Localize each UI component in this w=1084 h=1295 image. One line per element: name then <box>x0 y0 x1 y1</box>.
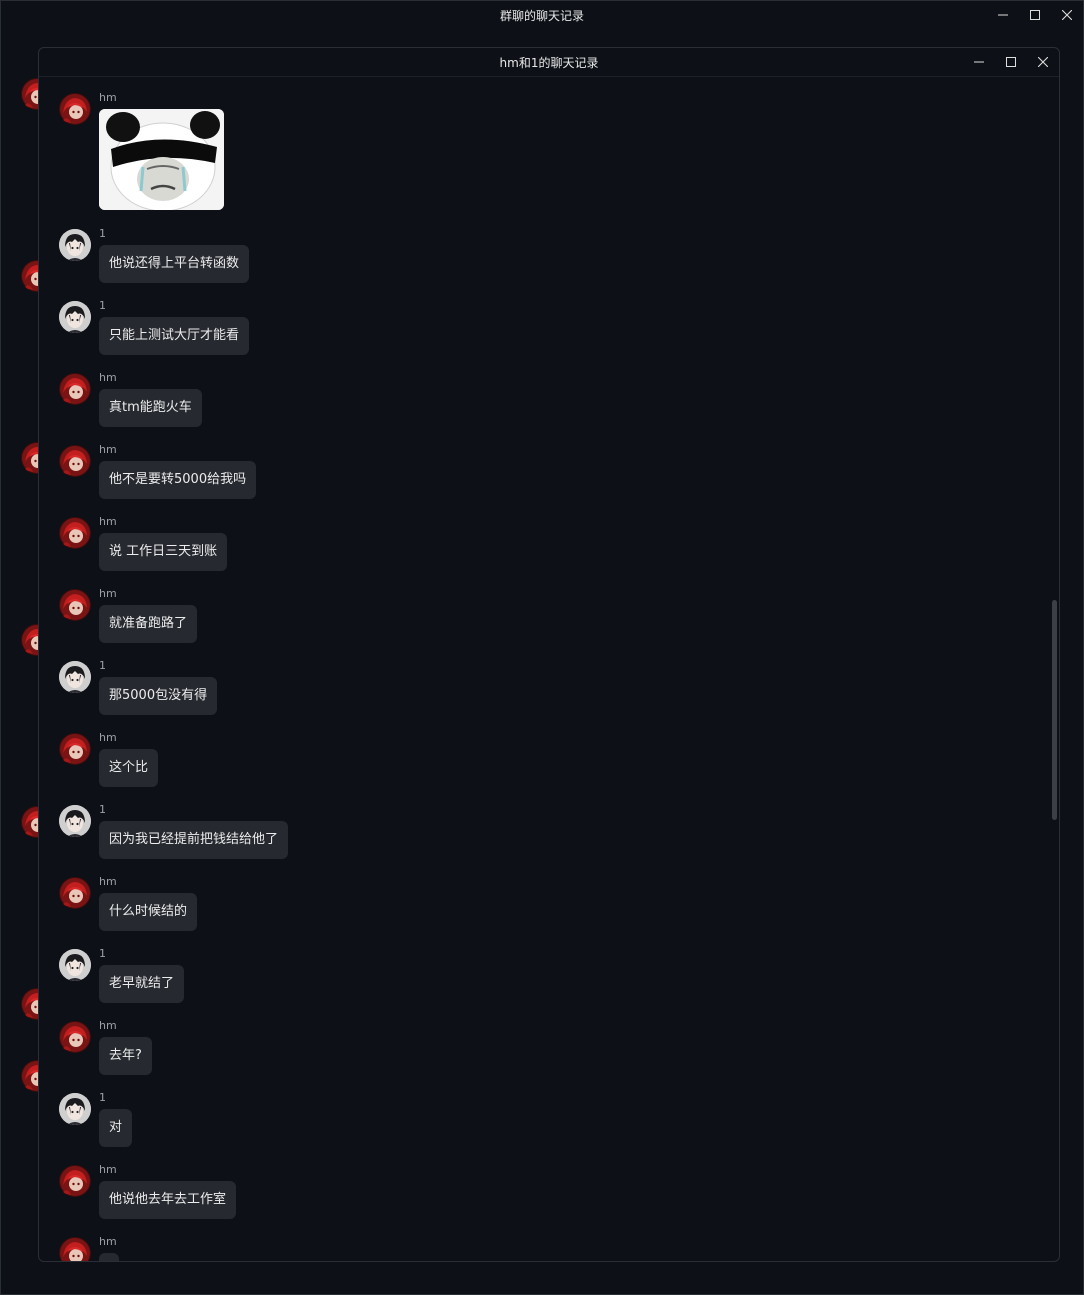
message-bubble[interactable]: 说 工作日三天到账 <box>99 533 228 571</box>
sender-name: hm <box>99 371 117 384</box>
avatar-hm[interactable] <box>59 877 91 909</box>
message-bubble[interactable]: 只能上测试大厅才能看 <box>99 317 250 355</box>
message-bubble[interactable]: 他说他去年去工作室 <box>99 1181 237 1219</box>
inner-titlebar[interactable]: hm和1的聊天记录 <box>39 48 1059 77</box>
minimize-icon <box>974 61 984 63</box>
message-item[interactable]: hm 他不是要转5000给我吗 <box>59 443 257 499</box>
avatar-1[interactable] <box>59 949 91 981</box>
message-bubble[interactable]: 去年? <box>99 1037 152 1075</box>
inner-chat-history-window: hm和1的聊天记录 hm 1 他说还得上平台转函数 1 只能上测试大厅才能看 hm 真tm能… <box>38 47 1060 1262</box>
message-bubble[interactable]: 就准备跑路了 <box>99 605 198 643</box>
message-bubble[interactable]: 因为我已经提前把钱结给他了 <box>99 821 289 859</box>
message-item[interactable]: hm 去年? <box>59 1019 152 1075</box>
sender-name: 1 <box>99 947 106 960</box>
maximize-icon <box>1006 57 1016 67</box>
message-bubble[interactable]: 什么时候结的 <box>99 893 198 931</box>
inner-maximize-button[interactable] <box>995 48 1027 76</box>
scrollbar[interactable] <box>1051 77 1057 1261</box>
message-item[interactable]: hm 说 工作日三天到账 <box>59 515 228 571</box>
sender-name: hm <box>99 1235 117 1248</box>
avatar-1[interactable] <box>59 661 91 693</box>
message-bubble[interactable]: 那5000包没有得 <box>99 677 218 715</box>
message-item[interactable]: hm <box>59 1235 119 1261</box>
sender-name: hm <box>99 875 117 888</box>
message-bubble[interactable]: 对 <box>99 1109 133 1147</box>
sender-name: hm <box>99 587 117 600</box>
avatar-hm[interactable] <box>59 1165 91 1197</box>
avatar-hm[interactable] <box>59 445 91 477</box>
message-bubble[interactable]: 他不是要转5000给我吗 <box>99 461 257 499</box>
sender-name: hm <box>99 443 117 456</box>
inner-minimize-button[interactable] <box>963 48 995 76</box>
sender-name: 1 <box>99 659 106 672</box>
outer-titlebar[interactable]: 群聊的聊天记录 <box>1 1 1083 29</box>
message-item[interactable]: hm 就准备跑路了 <box>59 587 198 643</box>
sender-name: hm <box>99 1163 117 1176</box>
message-item[interactable]: hm 他说他去年去工作室 <box>59 1163 237 1219</box>
avatar-hm[interactable] <box>59 1021 91 1053</box>
sender-name: hm <box>99 91 117 104</box>
avatar-hm[interactable] <box>59 373 91 405</box>
message-item[interactable]: 1 老早就结了 <box>59 947 185 1003</box>
message-list[interactable]: hm 1 他说还得上平台转函数 1 只能上测试大厅才能看 hm 真tm能跑火车 hm 他不是要转… <box>39 77 1059 1261</box>
message-item[interactable]: hm 真tm能跑火车 <box>59 371 202 427</box>
inner-close-button[interactable] <box>1027 48 1059 76</box>
sender-name: 1 <box>99 1091 106 1104</box>
avatar-hm[interactable] <box>59 589 91 621</box>
minimize-icon <box>998 14 1008 16</box>
sender-name: 1 <box>99 227 106 240</box>
message-bubble[interactable]: 这个比 <box>99 749 159 787</box>
message-item[interactable]: 1对 <box>59 1091 133 1147</box>
avatar-1[interactable] <box>59 1093 91 1125</box>
sender-name: hm <box>99 1019 117 1032</box>
message-item[interactable]: 1 只能上测试大厅才能看 <box>59 299 250 355</box>
avatar-hm[interactable] <box>59 733 91 765</box>
message-item[interactable]: hm <box>59 91 224 210</box>
avatar-hm[interactable] <box>59 93 91 125</box>
avatar-1[interactable] <box>59 301 91 333</box>
sender-name: hm <box>99 515 117 528</box>
sender-name: 1 <box>99 299 106 312</box>
message-item[interactable]: 1 那5000包没有得 <box>59 659 218 715</box>
outer-close-button[interactable] <box>1051 1 1083 29</box>
avatar-hm[interactable] <box>59 1237 91 1261</box>
inner-window-title: hm和1的聊天记录 <box>499 56 599 70</box>
avatar-hm[interactable] <box>59 517 91 549</box>
maximize-icon <box>1030 10 1040 20</box>
sender-name: 1 <box>99 803 106 816</box>
message-bubble[interactable]: 真tm能跑火车 <box>99 389 202 427</box>
close-icon <box>1038 57 1048 67</box>
outer-window-title: 群聊的聊天记录 <box>499 9 584 23</box>
message-bubble[interactable] <box>99 1253 119 1261</box>
avatar-1[interactable] <box>59 805 91 837</box>
message-item[interactable]: 1 因为我已经提前把钱结给他了 <box>59 803 289 859</box>
sticker-image[interactable] <box>99 109 224 210</box>
close-icon <box>1062 10 1072 20</box>
outer-maximize-button[interactable] <box>1019 1 1051 29</box>
sender-name: hm <box>99 731 117 744</box>
avatar-1[interactable] <box>59 229 91 261</box>
outer-minimize-button[interactable] <box>987 1 1019 29</box>
message-item[interactable]: 1 他说还得上平台转函数 <box>59 227 250 283</box>
message-item[interactable]: hm 什么时候结的 <box>59 875 198 931</box>
message-bubble[interactable]: 他说还得上平台转函数 <box>99 245 250 283</box>
message-item[interactable]: hm 这个比 <box>59 731 159 787</box>
scrollbar-thumb[interactable] <box>1052 600 1057 820</box>
message-bubble[interactable]: 老早就结了 <box>99 965 185 1003</box>
